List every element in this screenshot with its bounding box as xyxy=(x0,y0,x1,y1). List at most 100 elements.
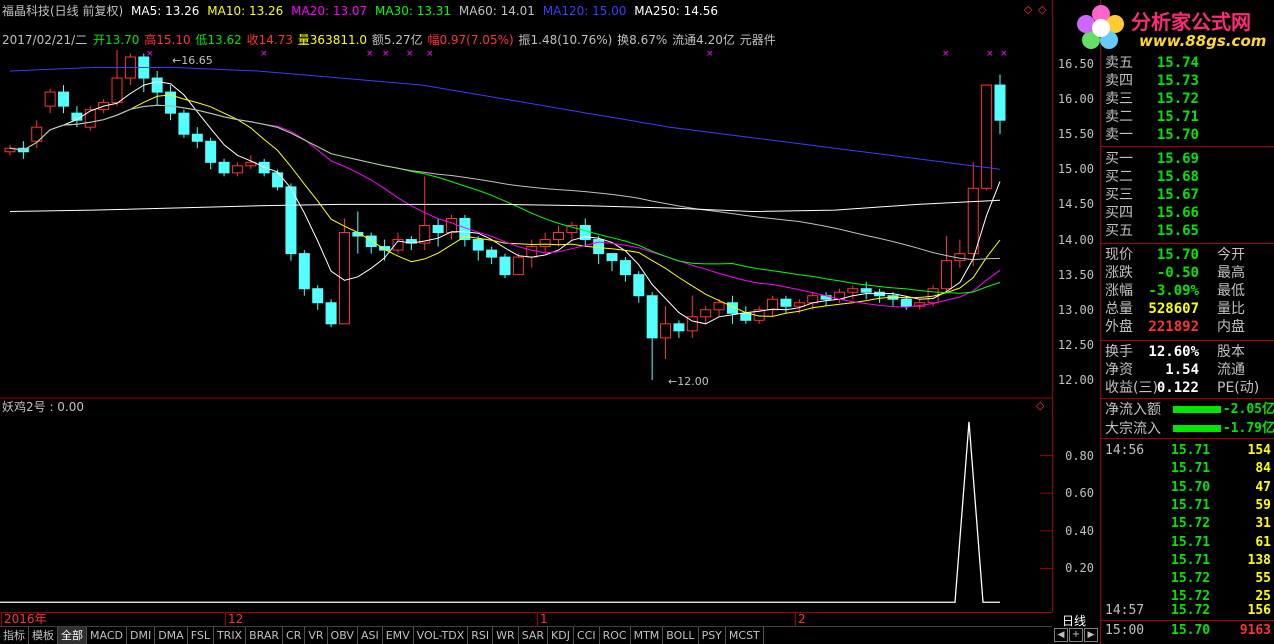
bar-turnover: 换8.67% xyxy=(617,33,668,47)
tick-time: 15:00 xyxy=(1105,623,1145,638)
ma-header: 福晶科技(日线 前复权) MA5: 13.26 MA10: 13.26 MA20… xyxy=(2,4,722,18)
zoom-button[interactable]: + xyxy=(1069,628,1083,642)
tick-volume: 55 xyxy=(1255,571,1271,587)
tick-price: 15.72 xyxy=(1171,516,1211,532)
stat-row-label: 净资 xyxy=(1105,362,1133,378)
quote-row-label: 现价 xyxy=(1105,247,1133,263)
low-annotation: ←12.00 xyxy=(668,375,709,388)
candle-body xyxy=(298,253,310,290)
bid-row-value: 15.69 xyxy=(1156,151,1199,167)
tick-row: 14:57 15.72 156 xyxy=(1101,602,1274,620)
bid-row-value: 15.68 xyxy=(1156,169,1199,185)
candle-body xyxy=(178,112,190,135)
tab-sar[interactable]: SAR xyxy=(519,627,549,644)
candle-body xyxy=(472,239,484,251)
tab-指标[interactable]: 指标 xyxy=(0,627,29,644)
ask-row-value: 15.74 xyxy=(1156,55,1199,71)
tab-dmi[interactable]: DMI xyxy=(127,627,156,644)
tab-模板[interactable]: 模板 xyxy=(29,627,58,644)
tick-row: 15.70 47 xyxy=(1101,479,1274,497)
high-annotation: ←16.65 xyxy=(172,54,213,67)
tick-price: 15.72 xyxy=(1171,571,1211,587)
price-tick: 12.00 xyxy=(1057,373,1094,387)
bid-row-label: 买五 xyxy=(1105,223,1133,239)
candle-body xyxy=(218,161,230,174)
candle-body xyxy=(646,295,658,339)
period-label[interactable]: 日线 xyxy=(1062,612,1086,629)
close-diamond-icon[interactable]: ◇ xyxy=(1024,3,1032,16)
bid-row-value: 15.66 xyxy=(1156,205,1199,221)
indicator-line xyxy=(0,421,1000,603)
candle-body xyxy=(445,217,457,234)
scroll-right-button[interactable]: ▶ xyxy=(1084,628,1098,642)
tab-cr[interactable]: CR xyxy=(283,627,306,644)
chart-area[interactable]: ←16.65 ←12.00 × × × × × × × × × × 福晶科技(日线 前复权) MA5:… xyxy=(0,0,1052,612)
tab-vr[interactable]: VR xyxy=(305,627,328,644)
bar-float: 流通4.20亿 xyxy=(672,33,735,47)
tab-brar[interactable]: BRAR xyxy=(246,627,284,644)
signal-marker: × xyxy=(146,49,154,59)
tab-asi[interactable]: ASI xyxy=(358,627,383,644)
price-tick: 13.50 xyxy=(1057,267,1094,282)
price-tick: 16.50 xyxy=(1057,57,1094,71)
tick-volume: 31 xyxy=(1255,516,1271,532)
quote-panel: 卖五 15.74 卖四 15.73 卖三 15.72 卖二 15.71 卖一 15.70 买一 15.… xyxy=(1100,0,1274,644)
period-box: 日线 ◀ + ▶ xyxy=(1052,612,1100,644)
tab-wr[interactable]: WR xyxy=(493,627,519,644)
close-x-icon[interactable]: ◇ xyxy=(1038,3,1046,16)
tab-roc[interactable]: ROC xyxy=(600,627,631,644)
candle-body xyxy=(847,288,859,293)
tab-trix[interactable]: TRIX xyxy=(214,627,247,644)
tab-obv[interactable]: OBV xyxy=(328,627,358,644)
stat-row: 净资 1.54 流通 xyxy=(1101,361,1274,379)
quote-row-value: 221892 xyxy=(1148,319,1199,335)
date-axis: 2016年 12 1 2 xyxy=(0,612,1052,626)
candle-body xyxy=(499,256,511,276)
price-tick: 16.00 xyxy=(1057,92,1094,107)
price-tick: 15.00 xyxy=(1057,162,1094,177)
date-label: 12 xyxy=(228,612,244,626)
bid-row-label: 买四 xyxy=(1105,205,1133,221)
candle-body xyxy=(619,260,631,276)
price-chart[interactable]: ←16.65 ←12.00 × × × × × × × × × × xyxy=(0,0,1052,612)
tab-macd[interactable]: MACD xyxy=(87,627,127,644)
ma20-label: MA20: 13.07 xyxy=(291,4,368,18)
tab-boll[interactable]: BOLL xyxy=(663,627,699,644)
date-label: 2016年 xyxy=(4,612,47,626)
indicator-tick: 0.60 xyxy=(1065,486,1094,501)
tab-emv[interactable]: EMV xyxy=(383,627,414,644)
tick-row: 15.71 59 xyxy=(1101,497,1274,515)
stat-row-label2: PE(动) xyxy=(1217,380,1260,396)
tab-cci[interactable]: CCI xyxy=(574,627,600,644)
tab-vol-tdx[interactable]: VOL-TDX xyxy=(414,627,469,644)
stat-row-value: 0.122 xyxy=(1156,380,1199,396)
tab-dma[interactable]: DMA xyxy=(155,627,188,644)
bar-amplitude: 振1.48(10.76%) xyxy=(518,33,613,47)
ask-row-label: 卖二 xyxy=(1105,109,1133,125)
tab-psy[interactable]: PSY xyxy=(699,627,726,644)
tab-mtm[interactable]: MTM xyxy=(631,627,664,644)
tick-volume: 9163 xyxy=(1239,623,1271,638)
tab-fsl[interactable]: FSL xyxy=(188,627,214,644)
tab-rsi[interactable]: RSI xyxy=(468,627,494,644)
tick-price: 15.71 xyxy=(1171,443,1211,458)
ask-row-label: 卖五 xyxy=(1105,55,1133,71)
tab-全部[interactable]: 全部 xyxy=(58,627,87,644)
indicator-tick: 0.20 xyxy=(1065,561,1094,576)
flow-row: 净流入额 -2.05亿 xyxy=(1101,401,1274,419)
scroll-left-button[interactable]: ◀ xyxy=(1054,628,1068,642)
bid-row-label: 买二 xyxy=(1105,169,1133,185)
tab-kdj[interactable]: KDJ xyxy=(548,627,574,644)
price-axis: 16.50 16.00 15.50 15.00 14.50 14.00 13.50 13.00… xyxy=(1052,0,1100,612)
flow-value: -2.05亿 xyxy=(1222,402,1274,417)
candle-body xyxy=(325,302,337,325)
tab-mcst[interactable]: MCST xyxy=(726,627,764,644)
ask-row-value: 15.71 xyxy=(1156,109,1199,125)
indicator-tick: 0.40 xyxy=(1065,523,1094,538)
ma30-label: MA30: 13.31 xyxy=(375,4,452,18)
indicator-close-icon[interactable]: ◇ xyxy=(1036,399,1044,412)
candle-body xyxy=(606,253,618,262)
ask-row-label: 卖三 xyxy=(1105,91,1133,107)
ask-row-value: 15.72 xyxy=(1156,91,1199,107)
bid-row-label: 买一 xyxy=(1105,151,1133,167)
